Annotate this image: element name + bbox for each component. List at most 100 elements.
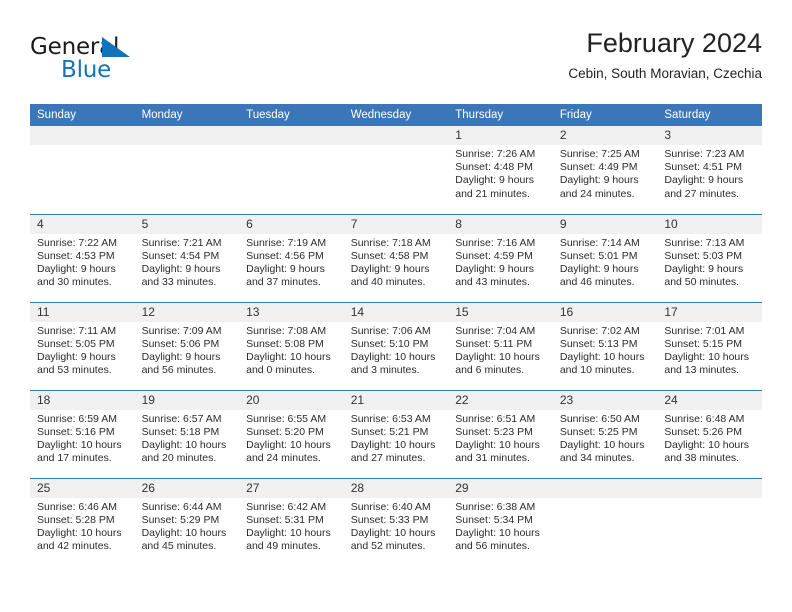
general-blue-logo[interactable]: General Blue [30,34,240,90]
daylight-text-line1: Daylight: 10 hours [350,526,436,539]
sunset-text: Sunset: 4:59 PM [455,249,533,262]
day-cell[interactable]: 2 Sunrise: 7:25 AM Sunset: 4:49 PM Dayli… [552,126,658,214]
sunrise-text: Sunrise: 6:57 AM [141,412,222,425]
daylight-text-line1: Daylight: 10 hours [455,438,540,451]
sunset-text: Sunset: 5:06 PM [141,337,220,350]
day-cell[interactable]: 22 Sunrise: 6:51 AM Sunset: 5:23 PM Dayl… [448,389,553,478]
day-cell[interactable]: 3 Sunrise: 7:23 AM Sunset: 4:51 PM Dayli… [657,126,762,214]
daylight-text-line2: and 42 minutes. [37,540,112,553]
day-cell[interactable]: 28 Sunrise: 6:40 AM Sunset: 5:33 PM Dayl… [343,477,449,566]
sunset-text: Sunset: 5:03 PM [664,249,743,262]
daylight-text-line2: and 10 minutes. [559,364,635,377]
daylight-text-line1: Daylight: 10 hours [664,438,750,451]
sunset-text: Sunset: 5:26 PM [664,425,743,438]
daylight-text-line1: Daylight: 10 hours [246,350,331,363]
day-cell[interactable] [552,477,658,566]
day-details: Sunrise: 7:06 AM Sunset: 5:10 PM Dayligh… [344,322,449,378]
day-cell[interactable]: 6 Sunrise: 7:19 AM Sunset: 4:56 PM Dayli… [239,213,344,302]
triangle-icon [102,37,130,57]
daylight-text-line2: and 53 minutes. [37,364,112,377]
sunrise-text: Sunrise: 6:44 AM [141,500,222,513]
sunrise-text: Sunrise: 6:38 AM [455,500,536,513]
sunrise-text: Sunrise: 6:51 AM [455,412,536,425]
daylight-text-line2: and 6 minutes. [455,364,525,377]
sunset-text: Sunset: 5:33 PM [350,513,429,526]
day-cell[interactable]: 18 Sunrise: 6:59 AM Sunset: 5:16 PM Dayl… [30,389,135,478]
day-cell[interactable]: 21 Sunrise: 6:53 AM Sunset: 5:21 PM Dayl… [343,389,449,478]
day-number: 14 [343,302,449,322]
day-cell[interactable]: 17 Sunrise: 7:01 AM Sunset: 5:15 PM Dayl… [657,301,762,390]
day-cell[interactable] [657,477,762,566]
sunrise-text: Sunrise: 6:59 AM [37,412,117,425]
daylight-text-line2: and 13 minutes. [664,364,740,377]
calendar-header-row: Sunday Monday Tuesday Wednesday Thursday… [30,104,762,126]
day-cell[interactable]: 8 Sunrise: 7:16 AM Sunset: 4:59 PM Dayli… [448,213,553,302]
day-cell[interactable]: 13 Sunrise: 7:08 AM Sunset: 5:08 PM Dayl… [239,301,344,390]
day-cell[interactable]: 9 Sunrise: 7:14 AM Sunset: 5:01 PM Dayli… [552,213,658,302]
day-cell[interactable]: 19 Sunrise: 6:57 AM Sunset: 5:18 PM Dayl… [134,389,240,478]
day-details: Sunrise: 6:42 AM Sunset: 5:31 PM Dayligh… [239,498,344,554]
day-details: Sunrise: 7:04 AM Sunset: 5:11 PM Dayligh… [448,322,553,378]
day-cell[interactable] [30,126,135,214]
day-cell[interactable] [239,126,344,214]
sunrise-text: Sunrise: 7:13 AM [664,236,745,249]
day-number: 29 [448,478,553,498]
daylight-text-line2: and 27 minutes. [664,187,740,200]
daylight-text-line2: and 49 minutes. [246,540,321,553]
day-details: Sunrise: 7:02 AM Sunset: 5:13 PM Dayligh… [553,322,658,378]
daylight-text-line1: Daylight: 10 hours [455,350,540,363]
day-details: Sunrise: 6:51 AM Sunset: 5:23 PM Dayligh… [448,410,553,466]
day-cell[interactable]: 5 Sunrise: 7:21 AM Sunset: 4:54 PM Dayli… [134,213,240,302]
logo-word-blue: Blue [61,57,112,83]
day-number [657,478,762,498]
day-cell[interactable]: 27 Sunrise: 6:42 AM Sunset: 5:31 PM Dayl… [239,477,344,566]
day-cell[interactable]: 20 Sunrise: 6:55 AM Sunset: 5:20 PM Dayl… [239,389,344,478]
calendar-page: General Blue February 2024 Cebin, South … [0,0,792,612]
daylight-text-line2: and 56 minutes. [141,364,217,377]
day-number: 8 [448,214,553,234]
sunrise-text: Sunrise: 7:06 AM [350,324,431,337]
daylight-text-line1: Daylight: 9 hours [350,262,430,275]
sunrise-text: Sunrise: 6:42 AM [246,500,327,513]
weekday-header-monday: Monday [134,104,240,126]
day-cell[interactable]: 25 Sunrise: 6:46 AM Sunset: 5:28 PM Dayl… [30,477,135,566]
day-cell[interactable]: 12 Sunrise: 7:09 AM Sunset: 5:06 PM Dayl… [134,301,240,390]
sunrise-sunset-calendar: Sunday Monday Tuesday Wednesday Thursday… [30,104,762,566]
day-number [239,126,344,145]
day-details: Sunrise: 6:53 AM Sunset: 5:21 PM Dayligh… [344,410,449,466]
daylight-text-line2: and 20 minutes. [141,452,217,465]
sunset-text: Sunset: 4:49 PM [559,161,638,174]
day-cell[interactable]: 1 Sunrise: 7:26 AM Sunset: 4:48 PM Dayli… [448,126,553,214]
daylight-text-line1: Daylight: 10 hours [37,526,122,539]
day-number: 19 [134,390,240,410]
day-details: Sunrise: 7:21 AM Sunset: 4:54 PM Dayligh… [135,234,240,290]
day-cell[interactable] [343,126,449,214]
day-cell[interactable]: 26 Sunrise: 6:44 AM Sunset: 5:29 PM Dayl… [134,477,240,566]
sunrise-text: Sunrise: 7:09 AM [141,324,222,337]
day-cell[interactable]: 11 Sunrise: 7:11 AM Sunset: 5:05 PM Dayl… [30,301,135,390]
daylight-text-line1: Daylight: 9 hours [664,174,744,187]
day-cell[interactable]: 7 Sunrise: 7:18 AM Sunset: 4:58 PM Dayli… [343,213,449,302]
daylight-text-line1: Daylight: 10 hours [246,526,331,539]
weekday-header-saturday: Saturday [657,104,762,126]
day-cell[interactable]: 4 Sunrise: 7:22 AM Sunset: 4:53 PM Dayli… [30,213,135,302]
day-cell[interactable] [134,126,240,214]
day-cell[interactable]: 24 Sunrise: 6:48 AM Sunset: 5:26 PM Dayl… [657,389,762,478]
day-cell[interactable]: 16 Sunrise: 7:02 AM Sunset: 5:13 PM Dayl… [552,301,658,390]
daylight-text-line1: Daylight: 10 hours [141,438,227,451]
day-cell[interactable]: 14 Sunrise: 7:06 AM Sunset: 5:10 PM Dayl… [343,301,449,390]
day-cell[interactable]: 29 Sunrise: 6:38 AM Sunset: 5:34 PM Dayl… [448,477,553,566]
sunset-text: Sunset: 5:15 PM [664,337,743,350]
daylight-text-line2: and 21 minutes. [455,187,530,200]
calendar-body: 1 Sunrise: 7:26 AM Sunset: 4:48 PM Dayli… [30,126,762,566]
day-details: Sunrise: 6:48 AM Sunset: 5:26 PM Dayligh… [657,410,762,466]
day-details: Sunrise: 7:18 AM Sunset: 4:58 PM Dayligh… [344,234,449,290]
day-details: Sunrise: 7:01 AM Sunset: 5:15 PM Dayligh… [657,322,762,378]
sunset-text: Sunset: 5:05 PM [37,337,115,350]
daylight-text-line1: Daylight: 9 hours [141,262,221,275]
day-number: 6 [239,214,344,234]
day-details: Sunrise: 6:57 AM Sunset: 5:18 PM Dayligh… [135,410,240,466]
day-cell[interactable]: 23 Sunrise: 6:50 AM Sunset: 5:25 PM Dayl… [552,389,658,478]
day-cell[interactable]: 15 Sunrise: 7:04 AM Sunset: 5:11 PM Dayl… [448,301,553,390]
day-cell[interactable]: 10 Sunrise: 7:13 AM Sunset: 5:03 PM Dayl… [657,213,762,302]
